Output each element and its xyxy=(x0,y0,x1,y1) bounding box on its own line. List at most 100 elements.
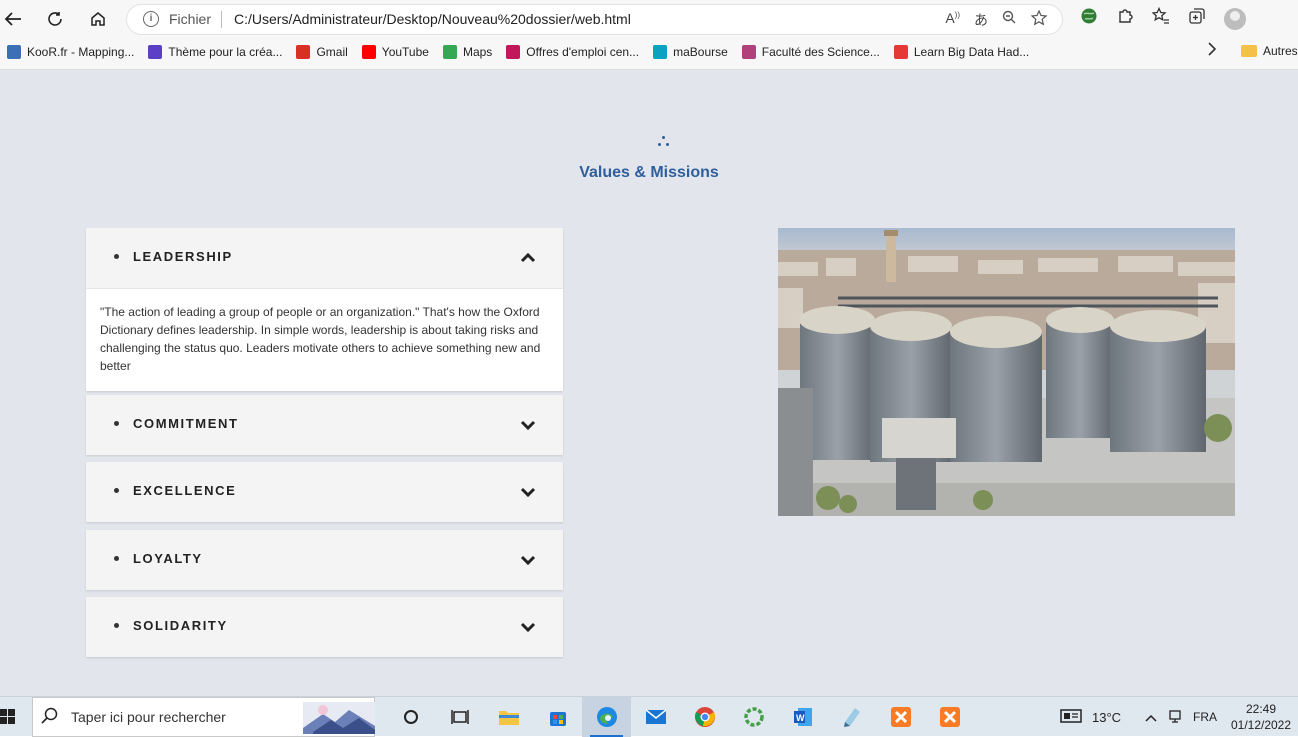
zoom-icon[interactable] xyxy=(1002,10,1017,30)
accordion-label: EXCELLENCE xyxy=(133,483,237,498)
bookmark-favicon-icon xyxy=(506,45,521,59)
read-aloud-icon[interactable]: A)) xyxy=(945,10,960,30)
system-clock[interactable]: 22:49 01/12/2022 xyxy=(1228,701,1294,733)
store-icon xyxy=(549,712,566,726)
translate-icon[interactable]: あ xyxy=(974,10,988,30)
edge-icon xyxy=(596,707,617,727)
bookmark-label: Gmail xyxy=(316,45,348,59)
home-button[interactable] xyxy=(85,7,111,31)
tray-chevron-up-icon[interactable] xyxy=(1145,710,1157,725)
word-icon: W xyxy=(793,708,812,726)
notes-button[interactable] xyxy=(827,697,876,737)
chevron-down-icon[interactable] xyxy=(520,552,536,568)
mail-button[interactable] xyxy=(631,697,680,737)
clock-time: 22:49 xyxy=(1245,702,1277,716)
weather-icon[interactable] xyxy=(1060,708,1082,727)
xampp-button[interactable] xyxy=(876,697,925,737)
browser-toolbar-icons xyxy=(1080,6,1246,30)
search-highlight-illustration xyxy=(303,702,375,734)
clock-date: 01/12/2022 xyxy=(1230,718,1292,732)
decorative-dots-icon xyxy=(658,136,680,152)
task-view-icon-button[interactable] xyxy=(435,697,484,737)
bookmark-label: maBourse xyxy=(673,45,728,59)
windows-start-icon[interactable] xyxy=(0,709,16,725)
bookmark-label: Maps xyxy=(462,45,493,59)
chevron-down-icon[interactable] xyxy=(520,417,536,433)
bookmark-item[interactable]: Faculté des Science... xyxy=(735,40,887,64)
weather-temp[interactable]: 13°C xyxy=(1092,710,1121,725)
divider xyxy=(221,11,222,28)
mail-icon xyxy=(645,709,666,724)
chevron-down-icon[interactable] xyxy=(520,484,536,500)
search-icon xyxy=(41,707,59,730)
address-row: i Fichier C:/Users/Administrateur/Deskto… xyxy=(0,0,1298,38)
bullet-icon xyxy=(114,421,119,426)
taskbar-search[interactable]: Taper ici pour rechercher xyxy=(32,697,375,737)
chevron-down-icon[interactable] xyxy=(520,619,536,635)
accordion-body-text: "The action of leading a group of people… xyxy=(86,288,563,391)
bookmark-favicon-icon xyxy=(741,45,756,59)
bookmark-item[interactable]: KooR.fr - Mapping... xyxy=(0,40,141,64)
bookmark-favicon-icon xyxy=(7,45,21,59)
extensions-icon[interactable] xyxy=(1116,7,1134,30)
accordion-header[interactable]: SOLIDARITY xyxy=(86,597,563,657)
windows-taskbar: Taper ici pour rechercher W 13°C FRA 22:… xyxy=(0,696,1298,737)
refresh-button[interactable] xyxy=(42,7,68,31)
back-arrow-icon xyxy=(4,12,21,26)
green-ring-icon xyxy=(743,707,764,727)
other-bookmarks-label: Autres xyxy=(1263,44,1298,58)
language-indicator[interactable]: FRA xyxy=(1193,710,1217,724)
address-bar-actions: A)) あ xyxy=(945,9,1048,30)
bookmark-item[interactable]: Gmail xyxy=(289,40,354,64)
task-view-button[interactable] xyxy=(386,697,435,737)
bookmark-item[interactable]: YouTube xyxy=(355,40,436,64)
chrome-button[interactable] xyxy=(680,697,729,737)
bookmark-label: KooR.fr - Mapping... xyxy=(27,45,135,59)
bookmark-favicon-icon xyxy=(893,45,908,59)
bookmark-item[interactable]: Offres d'emploi cen... xyxy=(499,40,646,64)
url-text[interactable]: C:/Users/Administrateur/Desktop/Nouveau%… xyxy=(234,11,631,27)
network-icon[interactable] xyxy=(1167,708,1183,727)
accordion-header[interactable]: LEADERSHIP xyxy=(86,228,563,288)
bookmark-label: Thème pour la créa... xyxy=(168,45,283,59)
store-button[interactable] xyxy=(533,697,582,737)
bookmark-item[interactable]: Thème pour la créa... xyxy=(141,40,289,64)
bookmark-item[interactable]: Learn Big Data Had... xyxy=(887,40,1036,64)
favorites-icon[interactable] xyxy=(1151,6,1170,30)
page-content: Values & Missions LEADERSHIP "The action … xyxy=(0,70,1298,696)
edge-button[interactable] xyxy=(582,697,631,737)
info-icon[interactable]: i xyxy=(143,11,159,27)
silos-photo xyxy=(778,228,1235,516)
back-button[interactable] xyxy=(0,7,26,31)
accordion-item-leadership: LEADERSHIP "The action of leading a group… xyxy=(86,228,563,391)
bookmarks-overflow-chevron-icon[interactable] xyxy=(1207,42,1217,59)
file-explorer-button[interactable] xyxy=(484,697,533,737)
collections-icon[interactable] xyxy=(1188,7,1206,30)
bookmark-label: YouTube xyxy=(381,45,429,59)
xampp-2-button[interactable] xyxy=(925,697,974,737)
chevron-up-icon[interactable] xyxy=(520,250,536,266)
accordion-header[interactable]: EXCELLENCE xyxy=(86,462,563,522)
add-favorite-icon[interactable] xyxy=(1030,9,1048,30)
bookmark-label: Learn Big Data Had... xyxy=(913,45,1030,59)
chrome-icon xyxy=(694,707,715,727)
profile-avatar[interactable] xyxy=(1224,7,1246,30)
accordion-label: LOYALTY xyxy=(133,551,203,566)
xampp-icon xyxy=(939,707,960,727)
word-button[interactable]: W xyxy=(778,697,827,737)
accordion-label: LEADERSHIP xyxy=(133,249,233,264)
accordion-header[interactable]: LOYALTY xyxy=(86,530,563,590)
accordion-header[interactable]: COMMITMENT xyxy=(86,395,563,455)
extension-globe-icon[interactable] xyxy=(1080,7,1098,30)
bullet-icon xyxy=(114,488,119,493)
bullet-icon xyxy=(114,254,119,259)
accordion-label: COMMITMENT xyxy=(133,416,239,431)
address-bar[interactable]: i Fichier C:/Users/Administrateur/Deskto… xyxy=(127,5,1062,34)
scheme-label: Fichier xyxy=(169,11,212,27)
bookmark-item[interactable]: Maps xyxy=(436,40,499,64)
system-tray: 13°C FRA xyxy=(1060,697,1217,737)
bookmark-item[interactable]: maBourse xyxy=(646,40,735,64)
other-bookmarks[interactable]: Autres xyxy=(1241,44,1298,58)
accordion-item-solidarity: SOLIDARITY xyxy=(86,597,563,657)
green-app-button[interactable] xyxy=(729,697,778,737)
